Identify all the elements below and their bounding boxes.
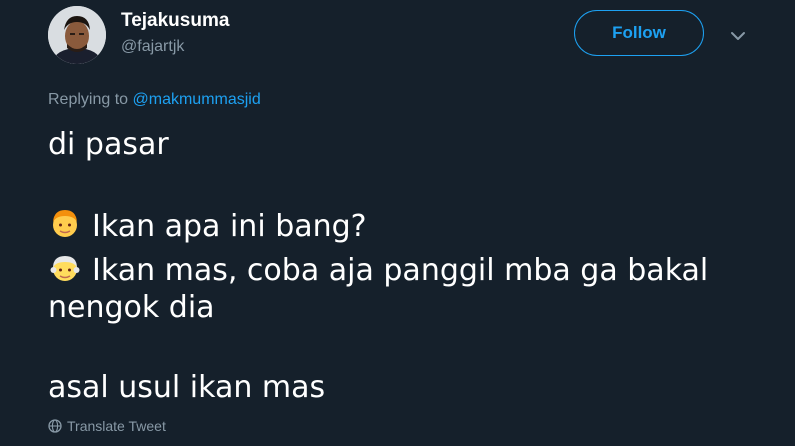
tweet-text-line: nengok dia — [48, 290, 215, 325]
translate-tweet-link[interactable]: Translate Tweet — [48, 418, 166, 434]
translate-label: Translate Tweet — [67, 418, 166, 434]
tweet-line-3: Ikan mas, coba aja panggil mba ga bakal — [92, 253, 709, 288]
tweet-card: Tejakusuma @fajartjk Follow Replying to … — [0, 0, 795, 446]
follow-button[interactable]: Follow — [574, 10, 704, 56]
tweet-text-line: Ikan mas, coba aja panggil mba ga bakal — [48, 250, 708, 288]
display-name[interactable]: Tejakusuma — [121, 10, 229, 32]
chevron-down-icon[interactable] — [726, 24, 750, 48]
replying-prefix: Replying to — [48, 91, 133, 108]
tweet-line-2: Ikan apa ini bang? — [92, 209, 367, 244]
tweet-text-line: asal usul ikan mas — [48, 370, 326, 405]
man-emoji-icon — [48, 206, 82, 240]
older-man-emoji-icon — [48, 250, 82, 284]
globe-icon — [48, 419, 62, 433]
username[interactable]: @fajartjk — [121, 38, 184, 56]
tweet-text-line: di pasar — [48, 127, 169, 162]
avatar-image — [48, 6, 106, 64]
replying-to: Replying to @makmummasjid — [48, 91, 261, 109]
tweet-text-line: Ikan apa ini bang? — [48, 206, 367, 244]
mention-link[interactable]: @makmummasjid — [133, 91, 261, 108]
avatar[interactable] — [48, 6, 106, 64]
